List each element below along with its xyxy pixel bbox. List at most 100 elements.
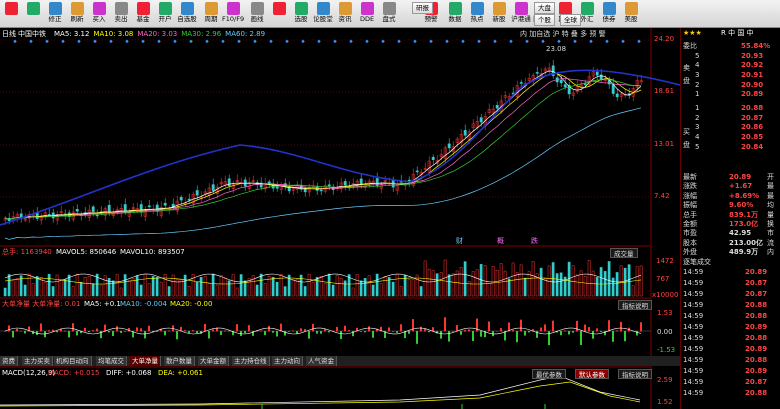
best-params-button[interactable]: 最优参数	[532, 369, 566, 379]
signal-marker	[61, 39, 65, 44]
macd-help-button[interactable]: 指标说明	[618, 369, 652, 379]
volume-bar	[55, 274, 59, 297]
bigorder-bar	[96, 328, 98, 332]
volume-bar	[263, 283, 267, 297]
bigorder-bar	[288, 331, 290, 332]
indicator-tab-1[interactable]: 主力买卖	[22, 356, 53, 366]
indicator-tab-6[interactable]: 大单金额	[198, 356, 229, 366]
volume-bar	[571, 265, 575, 297]
bigorder-bar	[64, 330, 66, 332]
bigorder-bar	[204, 323, 206, 332]
quote-cell: 20.87	[745, 378, 768, 386]
volume-indicator-button[interactable]: 成交量	[610, 248, 638, 258]
bigorder-bar	[12, 331, 14, 338]
bigorder-bar	[460, 331, 462, 335]
star-icon: ★★★	[683, 29, 702, 37]
volume-bar	[259, 273, 263, 297]
bigorder-bar	[292, 330, 294, 332]
signal-marker	[253, 39, 257, 44]
trade-row: 14:59 20.89	[681, 323, 780, 333]
quote-cell: 14:59	[683, 279, 704, 287]
bigorder-bar	[592, 331, 594, 339]
bigorder-bar	[116, 326, 118, 332]
quote-cell: 20.89	[745, 367, 768, 375]
event-tag-2[interactable]: 概	[497, 237, 504, 246]
indicator-tab-3[interactable]: 均笔成交	[96, 356, 127, 366]
volume-bar	[239, 274, 243, 297]
bigorder-bar	[544, 324, 546, 332]
volume-scale-mid: 767	[656, 275, 670, 283]
bigorder-bar	[48, 330, 50, 332]
quote-cell: +8.69%	[729, 191, 760, 200]
bigorder-bar	[324, 329, 326, 332]
volume-bar	[35, 276, 39, 297]
volume-bar	[551, 262, 555, 297]
candle-body	[267, 181, 271, 184]
quote-cell: 1	[695, 104, 700, 112]
quote-cell: 20.93	[741, 51, 764, 60]
volume-bar	[611, 277, 615, 297]
indicator-tab-2[interactable]: 机构目动向	[54, 356, 92, 366]
quote-panel: ★★★ R 中 国 中委比 55.84% 5 20.93 4 20.92 3 20.91 2 20.…	[680, 28, 780, 409]
bigorder-help-button[interactable]: 指标说明	[618, 300, 652, 310]
volume-bar	[531, 261, 535, 297]
bid-row: 2 20.87	[681, 114, 780, 124]
chart-top-tags[interactable]: 内 加自选 沪 特 叠 多 预 警	[520, 30, 606, 39]
volume-bar	[227, 280, 231, 297]
signal-marker	[301, 39, 305, 44]
quote-cell: 14:59	[683, 378, 704, 386]
volume-bar	[47, 273, 51, 297]
indicator-tab-0[interactable]: 资费	[0, 356, 18, 366]
quote-cell: 20.88	[741, 104, 764, 112]
indicator-tab-7[interactable]: 主力持仓线	[232, 356, 270, 366]
bigorder-bar	[608, 320, 610, 332]
bigorder-bar	[488, 321, 490, 332]
volume-bar	[27, 273, 31, 297]
volume-bar	[243, 280, 247, 297]
bigorder-bar	[636, 331, 638, 336]
volume-bar	[167, 286, 171, 297]
volume-bar	[335, 275, 339, 297]
indicator-tab-8[interactable]: 主力动向	[272, 356, 303, 366]
bigorder-bar	[92, 330, 94, 332]
volume-bar	[11, 280, 15, 297]
volume-bar	[491, 266, 495, 297]
volume-bar	[135, 275, 139, 297]
indicator-tab-4[interactable]: 大单净量	[130, 356, 161, 366]
bigorder-bar	[564, 330, 566, 332]
bigorder-bar	[236, 324, 238, 332]
stat-row: 涨跌 +1.67 最	[681, 182, 780, 192]
indicator-tab-9[interactable]: 人气资金	[306, 356, 337, 366]
quote-cell: 20.84	[741, 142, 764, 151]
quote-cell: 最	[767, 182, 774, 191]
quote-cell: 173.0亿	[729, 220, 759, 228]
bigorder-ma20: MA20: -0.00	[170, 300, 213, 308]
quote-cell: 20.90	[741, 80, 764, 89]
event-tag-1[interactable]: 财	[456, 237, 463, 246]
bigorder-bar	[328, 331, 330, 333]
panel-header[interactable]: ★★★ R 中 国 中	[681, 29, 780, 39]
stat-row: 市盈 42.95 市	[681, 229, 780, 239]
event-tag-3[interactable]: 跌	[531, 237, 538, 246]
default-params-button[interactable]: 默认参数	[575, 369, 609, 379]
bigorder-bar	[68, 331, 70, 338]
trade-row: 14:59 20.88	[681, 312, 780, 322]
volume-bar	[119, 287, 123, 297]
price-scale-4: 7.42	[654, 192, 670, 200]
volume-bar	[51, 286, 55, 297]
volume-bar	[71, 286, 75, 297]
ask-row: 5 20.93	[681, 52, 780, 62]
volume-bar	[63, 279, 67, 297]
candle-body	[107, 204, 111, 213]
signal-marker	[77, 39, 81, 44]
signal-marker	[109, 39, 113, 44]
volume-bar	[155, 277, 159, 297]
bigorder-bar	[148, 325, 150, 332]
bigorder-bar	[52, 329, 54, 332]
bigorder-bar	[584, 324, 586, 332]
bigorder-bar	[176, 331, 178, 340]
stock-name: 中国中铁	[18, 30, 46, 38]
volume-bar	[523, 277, 527, 297]
candle-body	[75, 209, 79, 212]
indicator-tab-5[interactable]: 散户数量	[164, 356, 195, 366]
